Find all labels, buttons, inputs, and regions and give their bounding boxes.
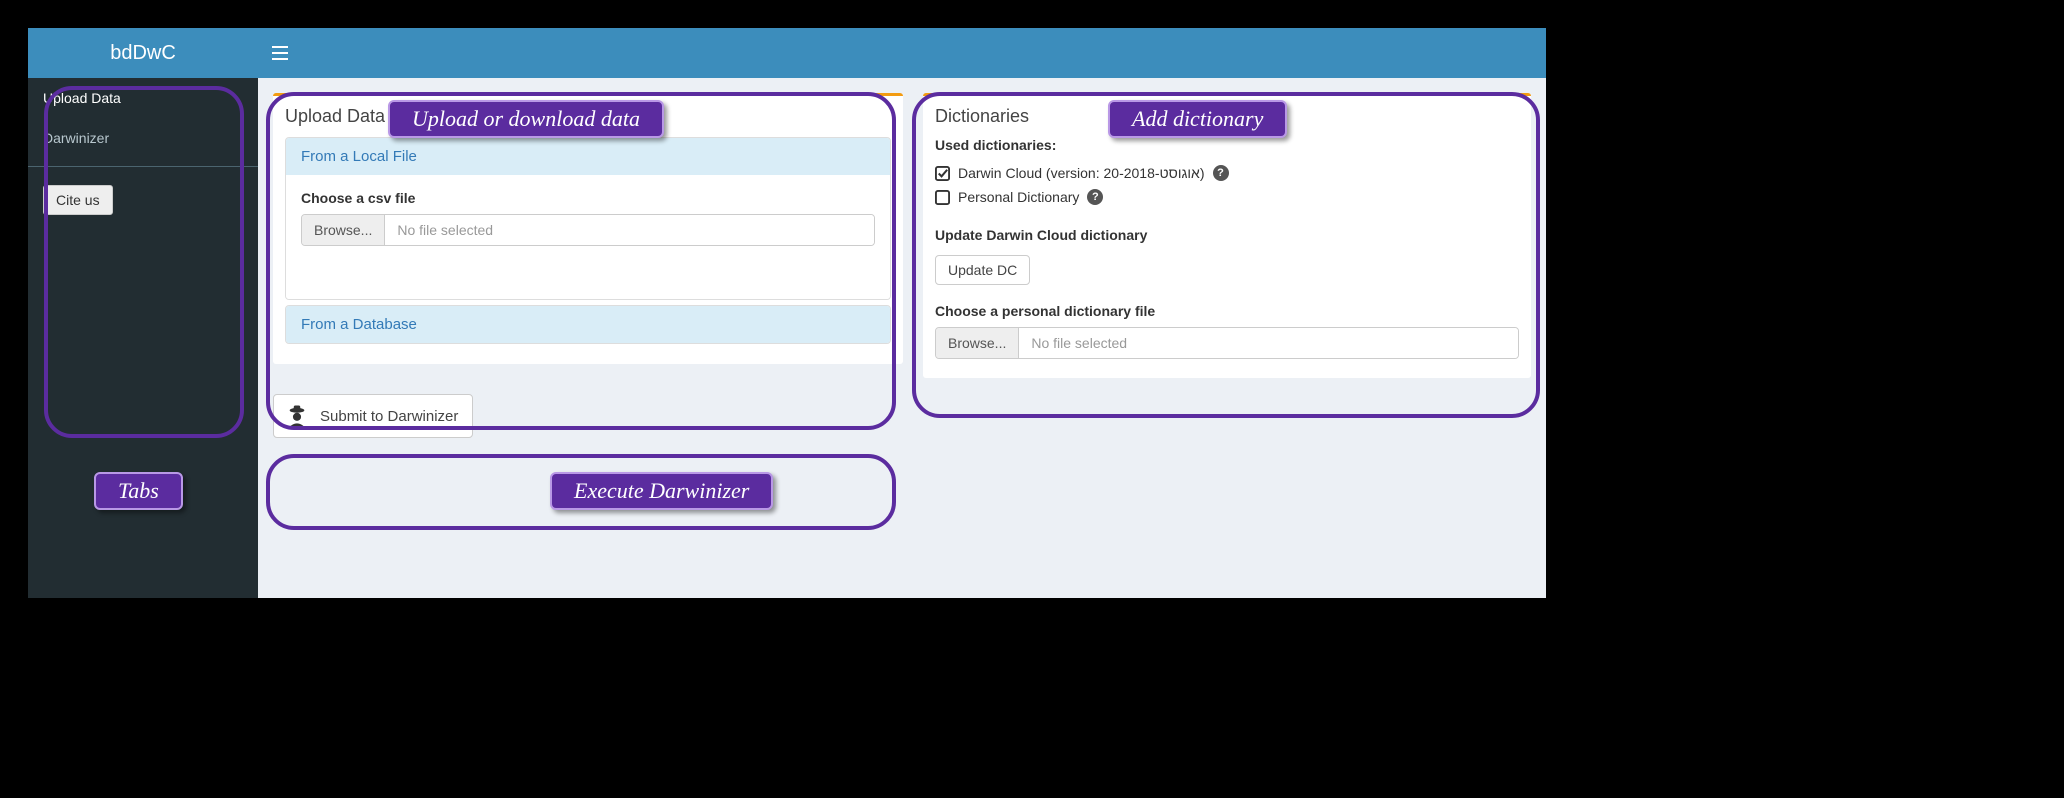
panel-header-database[interactable]: From a Database [286,306,890,343]
submit-button-label: Submit to Darwinizer [320,408,458,425]
cite-us-button[interactable]: Cite us [43,185,113,215]
help-icon[interactable]: ? [1087,189,1103,205]
submit-darwinizer-button[interactable]: Submit to Darwinizer [273,394,473,438]
topbar: bdDwC [28,28,1546,78]
app-title: bdDwC [28,28,258,78]
update-dc-label: Update Darwin Cloud dictionary [935,227,1519,243]
panel-local-file: From a Local File Choose a csv file Brow… [285,137,891,300]
checked-box-icon [935,166,950,181]
unchecked-box-icon [935,190,950,205]
dict-row-darwin-cloud[interactable]: Darwin Cloud (version: 20-2018-אוגוסט) ? [935,161,1519,185]
sidebar-item-label: Darwinizer [43,130,109,146]
csv-file-input[interactable]: Browse... No file selected [301,214,875,246]
file-status-text: No file selected [1019,328,1518,358]
file-status-text: No file selected [385,215,874,245]
panel-database: From a Database [285,305,891,344]
browse-button[interactable]: Browse... [936,328,1019,358]
panel-header-local-file[interactable]: From a Local File [286,138,890,175]
annotation-label-exec: Execute Darwinizer [550,472,773,510]
browse-button[interactable]: Browse... [302,215,385,245]
agent-icon [284,403,310,429]
used-dictionaries-label: Used dictionaries: [935,137,1519,153]
update-dc-button[interactable]: Update DC [935,255,1030,285]
sidebar-divider [28,166,258,167]
sidebar-item-label: Upload Data [43,90,121,106]
dict-item-label: Personal Dictionary [958,189,1079,205]
dict-item-label: Darwin Cloud (version: 20-2018-אוגוסט) [958,165,1205,181]
annotation-label-dict: Add dictionary [1108,100,1287,138]
annotation-label-upload: Upload or download data [388,100,664,138]
hamburger-icon [272,46,288,60]
annotation-label-tabs: Tabs [94,472,183,510]
personal-dict-label: Choose a personal dictionary file [935,303,1519,319]
app-frame: bdDwC Upload Data Darwinizer Cite us Upl… [28,28,1546,598]
dict-row-personal[interactable]: Personal Dictionary ? [935,185,1519,209]
menu-toggle-button[interactable] [258,28,302,78]
help-icon[interactable]: ? [1213,165,1229,181]
personal-dict-file-input[interactable]: Browse... No file selected [935,327,1519,359]
file-field-label: Choose a csv file [301,190,875,206]
sidebar: Upload Data Darwinizer Cite us [28,78,258,598]
sidebar-item-darwinizer[interactable]: Darwinizer [28,118,258,158]
sidebar-item-upload-data[interactable]: Upload Data [28,78,258,118]
main-content: Upload Data From a Local File Choose a c… [258,78,1546,598]
